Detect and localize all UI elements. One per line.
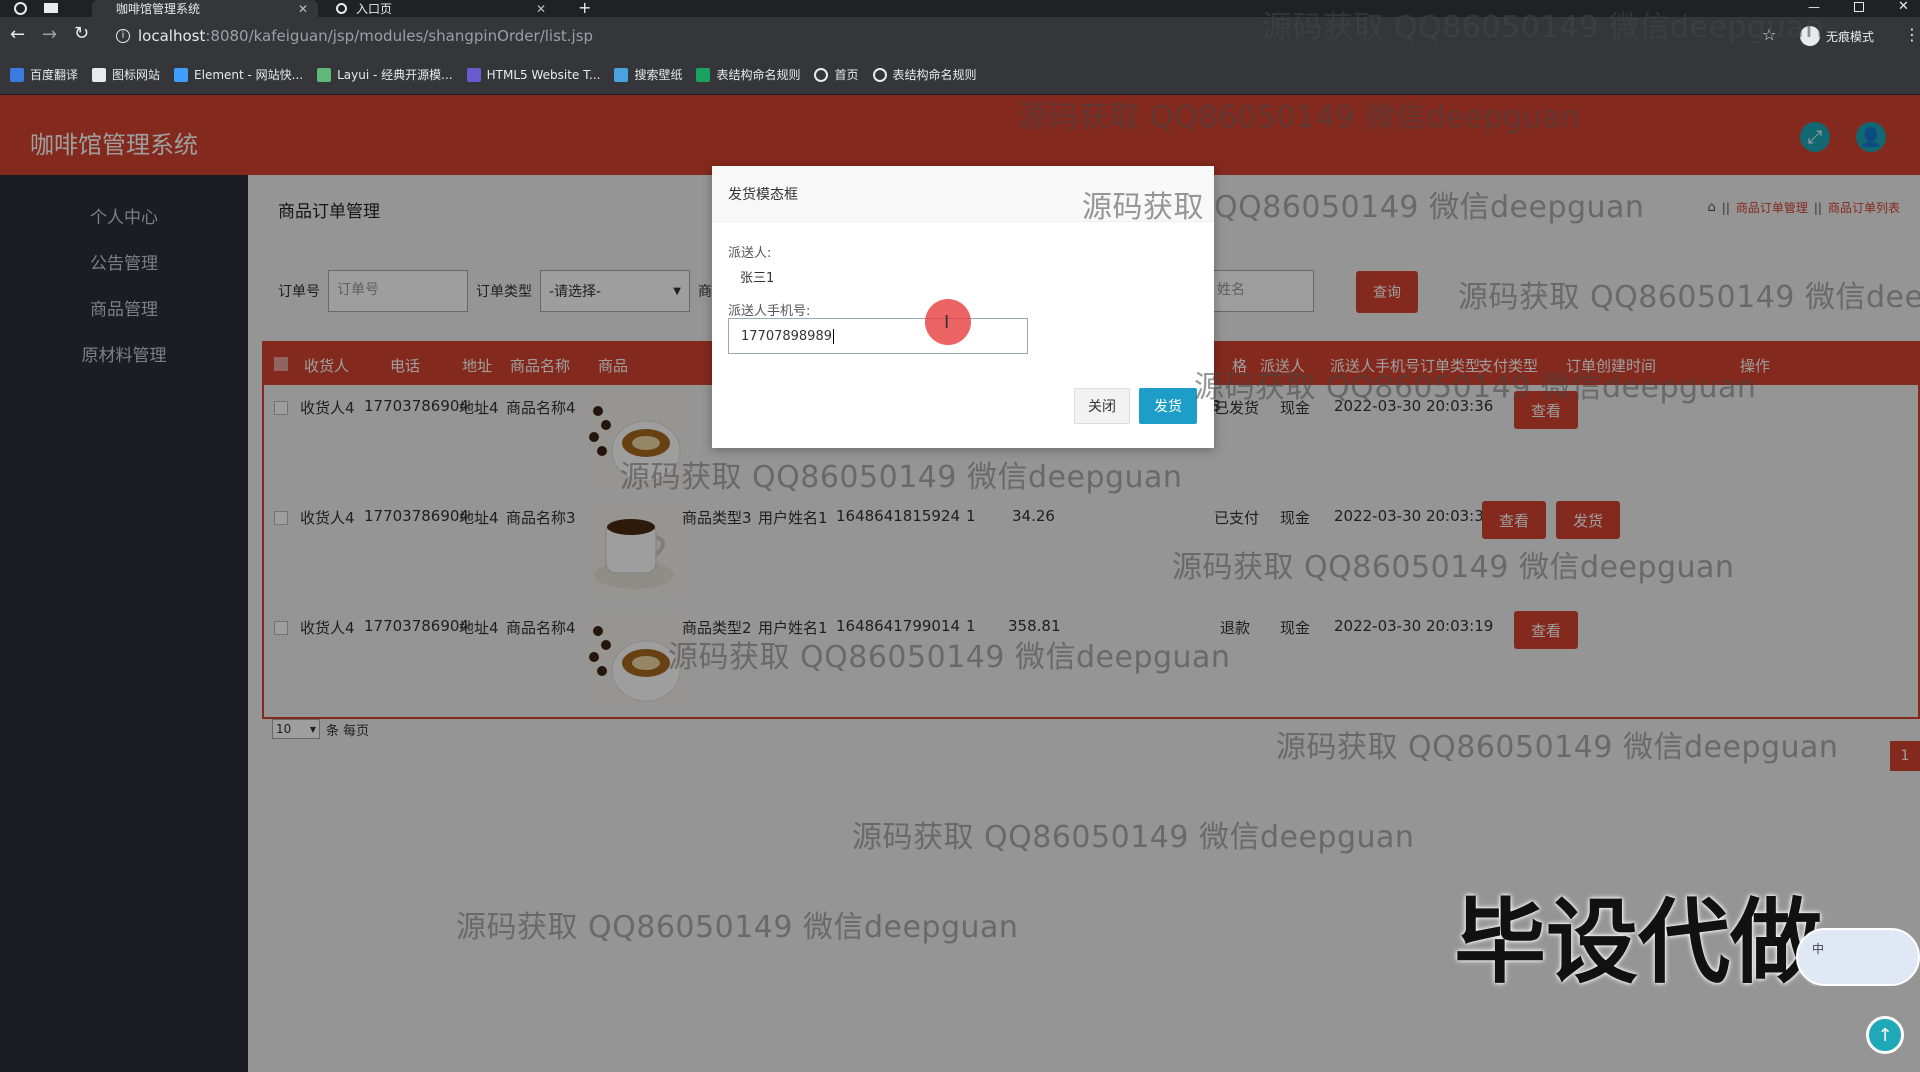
- tab-close-icon[interactable]: ✕: [298, 2, 308, 16]
- tab-cafe-system[interactable]: 咖啡馆管理系统 ✕: [92, 0, 318, 17]
- bookmark-label: Layui - 经典开源模...: [337, 68, 453, 82]
- restore-icon[interactable]: [1854, 2, 1864, 12]
- watermark: 源码获取 QQ86050149 微信deepguan: [1082, 190, 1645, 225]
- bookmark-home[interactable]: 首页: [814, 66, 859, 83]
- back-icon[interactable]: ←: [10, 24, 25, 45]
- watermark: 源码获取 QQ86050149 微信deepguan: [456, 910, 1019, 945]
- courier-field[interactable]: 张三1: [728, 258, 1028, 294]
- courier-phone-value: 17707898989: [741, 328, 832, 344]
- courier-phone-input[interactable]: 17707898989: [728, 318, 1028, 354]
- flag-icon: [92, 67, 107, 82]
- watermark: 源码获取 QQ86050149 微信deepguan: [1018, 100, 1581, 135]
- watermark: 源码获取 QQ86050149 微信deepguan: [1172, 550, 1735, 585]
- watermark: 源码获取 QQ86050149 微信deepguan: [668, 640, 1231, 675]
- bookmark-label: 首页: [834, 68, 859, 82]
- table-icon: [696, 67, 711, 82]
- bookmark-icon-site[interactable]: 图标网站: [92, 66, 160, 83]
- bookmark-baidu-translate[interactable]: 百度翻译: [10, 66, 78, 83]
- reload-icon[interactable]: ↻: [74, 23, 89, 44]
- bookmark-label: 表结构命名规则: [716, 68, 801, 82]
- bookmark-label: HTML5 Website T...: [486, 67, 601, 82]
- close-button[interactable]: 关闭: [1074, 388, 1130, 424]
- scroll-to-top-button[interactable]: ↑: [1866, 1016, 1904, 1054]
- confirm-ship-button[interactable]: 发货: [1139, 388, 1197, 424]
- text-caret: [832, 328, 834, 344]
- chrome-logo-icon: [14, 2, 27, 15]
- bookmark-table-naming-2[interactable]: 表结构命名规则: [872, 66, 977, 83]
- watermark: 源码获取 QQ86050149 微信deepguan: [1262, 10, 1825, 45]
- bookmark-label: 百度翻译: [30, 68, 79, 82]
- bookmark-element[interactable]: Element - 网站快...: [174, 66, 303, 83]
- bookmark-html5[interactable]: HTML5 Website T...: [466, 67, 601, 82]
- tab-entry-page[interactable]: 入口页 ✕: [326, 0, 556, 17]
- watermark: 源码获取 QQ86050149 微信deepguan: [620, 460, 1183, 495]
- tab-close-icon[interactable]: ✕: [536, 2, 546, 16]
- bookmark-table-naming[interactable]: 表结构命名规则: [696, 66, 800, 83]
- tab-overview-icon[interactable]: [44, 3, 58, 13]
- bookmark-label: Element - 网站快...: [194, 68, 304, 82]
- watermark: 源码获取 QQ86050149 微信deepguan: [1276, 730, 1839, 765]
- menu-dots-icon[interactable]: ⋮: [1904, 25, 1920, 44]
- ime-mode-label: 中: [1812, 942, 1825, 956]
- bookmarks-bar: 百度翻译 图标网站 Element - 网站快... Layui - 经典开源模…: [0, 55, 1920, 95]
- url-path: :8080/kafeiguan/jsp/modules/shangpinOrde…: [205, 27, 594, 45]
- watermark: 源码获取 QQ86050149 微信deepguan: [1194, 370, 1757, 405]
- bookmark-label: 表结构命名规则: [892, 68, 977, 82]
- globe-icon: [336, 3, 347, 14]
- forward-icon[interactable]: →: [42, 24, 57, 45]
- incognito-label: 无痕模式: [1825, 29, 1874, 44]
- bookmark-wallpaper[interactable]: 搜索壁纸: [614, 66, 682, 83]
- bookmark-layui[interactable]: Layui - 经典开源模...: [317, 66, 453, 83]
- watermark: 源码获取 QQ86050149 微信deepguan: [852, 820, 1415, 855]
- wallpaper-icon: [614, 67, 629, 82]
- watermark: 源码获取 QQ86050149 微信deep: [1458, 280, 1920, 315]
- html5-icon: [466, 67, 481, 82]
- url-host: localhost: [138, 27, 206, 45]
- layui-icon: [317, 67, 332, 82]
- bookmark-label: 搜索壁纸: [634, 68, 683, 82]
- promo-stamp: 毕设代做: [1454, 889, 1823, 996]
- courier-phone-label: 派送人手机号:: [728, 304, 811, 319]
- tab-title: 咖啡馆管理系统: [116, 2, 201, 16]
- window-close-icon[interactable]: ✕: [1898, 0, 1909, 14]
- arrow-up-icon: ↑: [1877, 1024, 1893, 1046]
- tab-title: 入口页: [356, 2, 393, 16]
- globe-icon: [872, 67, 887, 82]
- element-icon: [174, 67, 189, 82]
- info-icon: i: [116, 29, 130, 43]
- ime-widget[interactable]: 中: [1796, 928, 1920, 986]
- bookmark-label: 图标网站: [112, 68, 161, 82]
- globe-icon: [814, 67, 829, 82]
- text-cursor-icon: I: [944, 312, 950, 333]
- new-tab-button[interactable]: +: [578, 0, 591, 17]
- translate-icon: [10, 67, 24, 82]
